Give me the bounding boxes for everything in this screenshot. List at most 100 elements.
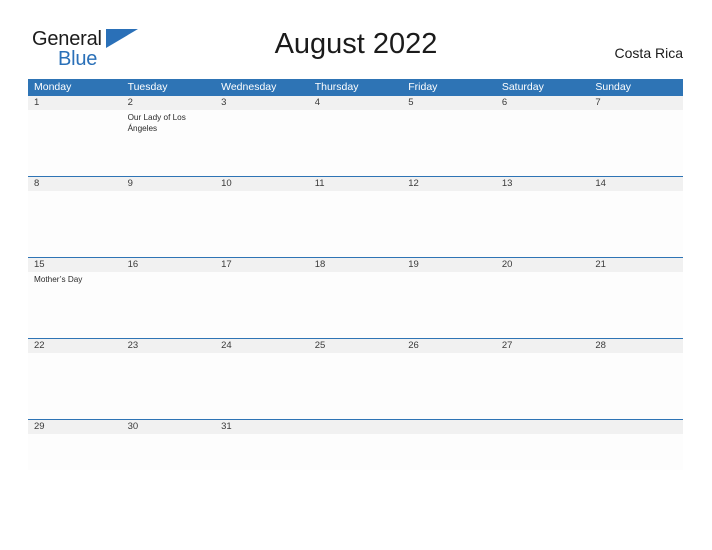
day-number-19[interactable]: 19 — [402, 258, 496, 272]
day-cell-12[interactable] — [402, 191, 496, 257]
page-header: General Blue August 2022 Costa Rica — [0, 0, 712, 79]
day-of-week-header-wednesday: Wednesday — [221, 81, 277, 93]
day-number-8[interactable]: 8 — [28, 177, 122, 191]
day-cell-21[interactable] — [589, 272, 683, 338]
day-number-21[interactable]: 21 — [589, 258, 683, 272]
day-cell-23[interactable] — [122, 353, 216, 419]
week-event-row: Our Lady of Los Ángeles — [28, 110, 683, 176]
day-cell-15[interactable]: Mother’s Day — [28, 272, 122, 338]
calendar-week-row: 15 16 17 18 19 20 21 Mother’s Day — [28, 257, 683, 338]
calendar-week-row: 1 2 3 4 5 6 7 Our Lady of Los Ángeles — [28, 96, 683, 176]
day-cell-3[interactable] — [215, 110, 309, 176]
day-number-2[interactable]: 2 — [122, 96, 216, 110]
day-number-empty — [589, 420, 683, 434]
day-number-22[interactable]: 22 — [28, 339, 122, 353]
day-cell-9[interactable] — [122, 191, 216, 257]
country-label: Costa Rica — [614, 45, 683, 61]
week-day-number-row: 15 16 17 18 19 20 21 — [28, 258, 683, 272]
month-calendar: Monday Tuesday Wednesday Thursday Friday Satu… — [28, 79, 683, 470]
day-number-25[interactable]: 25 — [309, 339, 403, 353]
day-cell-2[interactable]: Our Lady of Los Ángeles — [122, 110, 216, 176]
day-cell-13[interactable] — [496, 191, 590, 257]
day-number-27[interactable]: 27 — [496, 339, 590, 353]
day-cell-19[interactable] — [402, 272, 496, 338]
calendar-week-row: 29 30 31 — [28, 419, 683, 470]
day-cell-31[interactable] — [215, 434, 309, 470]
day-cell-28[interactable] — [589, 353, 683, 419]
day-number-11[interactable]: 11 — [309, 177, 403, 191]
day-number-17[interactable]: 17 — [215, 258, 309, 272]
day-number-29[interactable]: 29 — [28, 420, 122, 434]
day-number-30[interactable]: 30 — [122, 420, 216, 434]
day-cell-14[interactable] — [589, 191, 683, 257]
day-number-16[interactable]: 16 — [122, 258, 216, 272]
day-cell-6[interactable] — [496, 110, 590, 176]
day-number-23[interactable]: 23 — [122, 339, 216, 353]
day-number-15[interactable]: 15 — [28, 258, 122, 272]
day-cell-25[interactable] — [309, 353, 403, 419]
day-cell-26[interactable] — [402, 353, 496, 419]
day-number-18[interactable]: 18 — [309, 258, 403, 272]
day-number-24[interactable]: 24 — [215, 339, 309, 353]
day-number-1[interactable]: 1 — [28, 96, 122, 110]
week-day-number-row: 1234567 — [28, 96, 683, 110]
day-cell-22[interactable] — [28, 353, 122, 419]
day-of-week-header-row: Monday Tuesday Wednesday Thursday Friday Satu… — [28, 79, 683, 96]
page-title: August 2022 — [274, 28, 438, 60]
day-cell-empty — [496, 434, 590, 470]
week-event-row: Mother’s Day — [28, 272, 683, 338]
day-of-week-header-saturday: Saturday — [501, 81, 544, 93]
day-cell-27[interactable] — [496, 353, 590, 419]
day-of-week-header-tuesday: Tuesday — [127, 81, 168, 93]
day-number-28[interactable]: 28 — [589, 339, 683, 353]
week-day-number-row: 8 9 10 11 12 13 14 — [28, 177, 683, 191]
day-cell-empty — [309, 434, 403, 470]
day-cell-29[interactable] — [28, 434, 122, 470]
day-number-14[interactable]: 14 — [589, 177, 683, 191]
day-number-20[interactable]: 20 — [496, 258, 590, 272]
day-cell-16[interactable] — [122, 272, 216, 338]
day-number-12[interactable]: 12 — [402, 177, 496, 191]
day-number-31[interactable]: 31 — [215, 420, 309, 434]
day-of-week-header-monday: Monday — [34, 81, 72, 93]
calendar-page: General Blue August 2022 Costa Rica Mond… — [0, 0, 712, 550]
week-event-row — [28, 434, 683, 470]
week-event-row — [28, 353, 683, 419]
day-cell-empty — [402, 434, 496, 470]
holiday-label: Our Lady of Los Ángeles — [127, 113, 186, 133]
week-day-number-row: 29 30 31 — [28, 420, 683, 434]
day-number-5[interactable]: 5 — [402, 96, 496, 110]
week-day-number-row: 22 23 24 25 26 27 28 — [28, 339, 683, 353]
day-number-empty — [402, 420, 496, 434]
holiday-label: Mother’s Day — [34, 275, 83, 284]
day-cell-30[interactable] — [122, 434, 216, 470]
day-number-9[interactable]: 9 — [122, 177, 216, 191]
week-event-row — [28, 191, 683, 257]
day-cell-7[interactable] — [589, 110, 683, 176]
day-number-3[interactable]: 3 — [215, 96, 309, 110]
day-cell-11[interactable] — [309, 191, 403, 257]
day-number-6[interactable]: 6 — [496, 96, 590, 110]
day-cell-10[interactable] — [215, 191, 309, 257]
day-cell-20[interactable] — [496, 272, 590, 338]
day-number-4[interactable]: 4 — [309, 96, 403, 110]
day-cell-17[interactable] — [215, 272, 309, 338]
day-cell-4[interactable] — [309, 110, 403, 176]
day-number-empty — [496, 420, 590, 434]
day-of-week-header-friday: Friday — [408, 81, 438, 93]
day-number-empty — [309, 420, 403, 434]
day-cell-5[interactable] — [402, 110, 496, 176]
day-cell-24[interactable] — [215, 353, 309, 419]
day-of-week-header-sunday: Sunday — [595, 81, 631, 93]
day-cell-8[interactable] — [28, 191, 122, 257]
day-number-13[interactable]: 13 — [496, 177, 590, 191]
day-number-7[interactable]: 7 — [589, 96, 683, 110]
day-cell-1[interactable] — [28, 110, 122, 176]
calendar-week-row: 22 23 24 25 26 27 28 — [28, 338, 683, 419]
day-number-10[interactable]: 10 — [215, 177, 309, 191]
calendar-week-row: 8 9 10 11 12 13 14 — [28, 176, 683, 257]
calendar-body: 1 2 3 4 5 6 7 Our Lady of Los Ángeles 8 9 10 11 12 13… — [28, 96, 683, 470]
day-cell-18[interactable] — [309, 272, 403, 338]
day-number-26[interactable]: 26 — [402, 339, 496, 353]
day-cell-empty — [589, 434, 683, 470]
